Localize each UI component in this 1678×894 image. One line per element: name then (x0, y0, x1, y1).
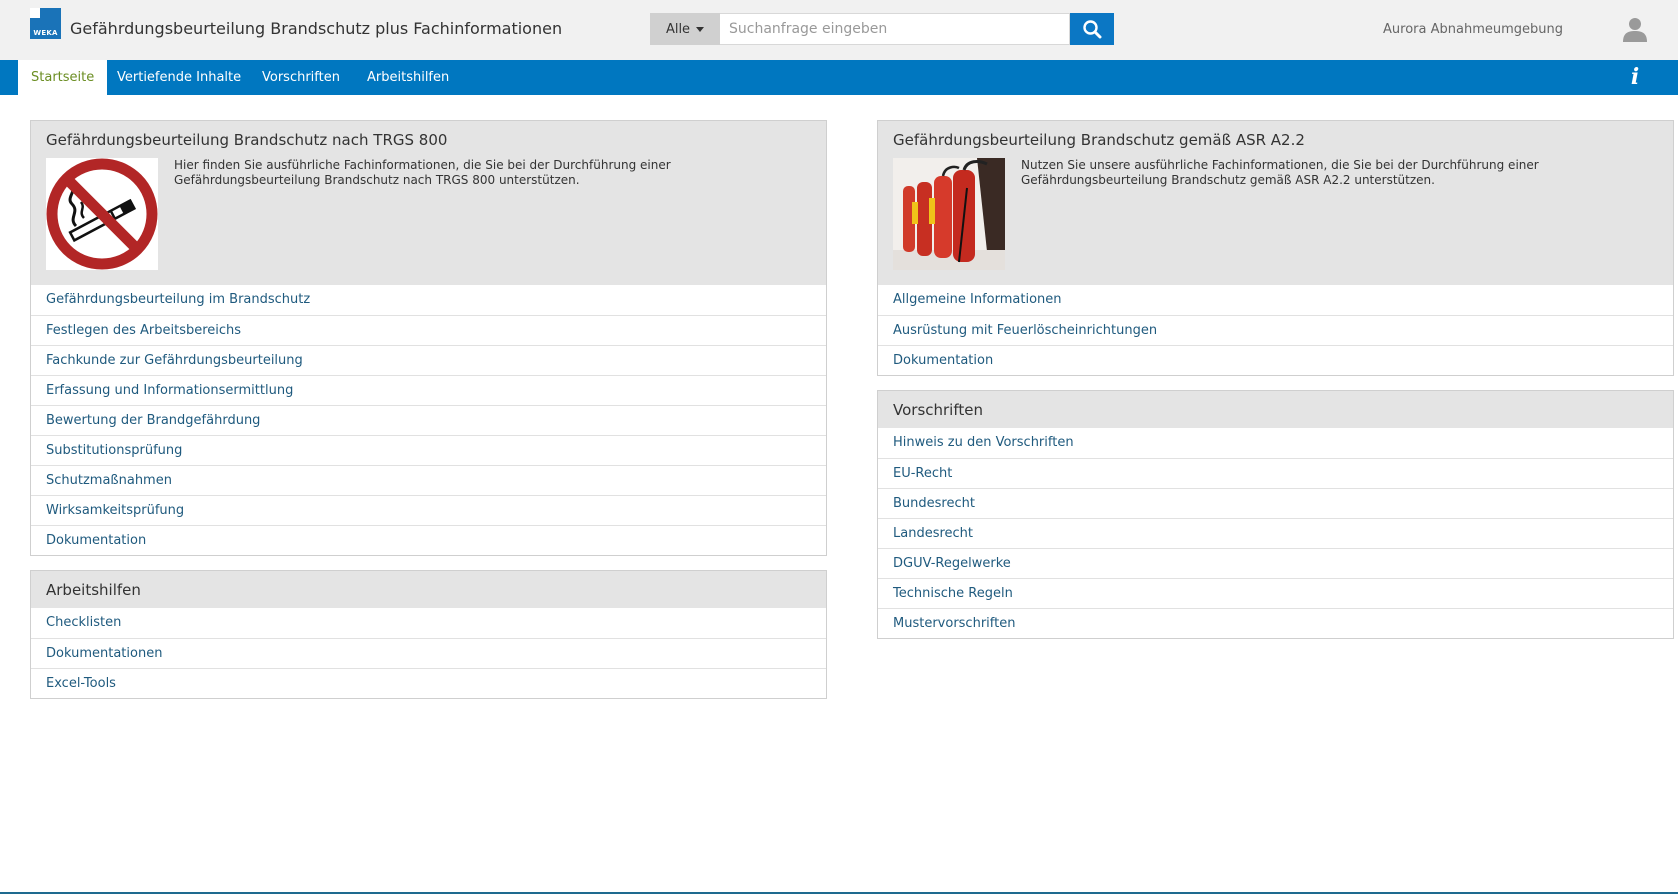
search-input[interactable] (720, 13, 1070, 45)
main-nav: Startseite Vertiefende Inhalte Vorschrif… (0, 60, 1678, 95)
link-hinweis-zu-den-vorschriften[interactable]: Hinweis zu den Vorschriften (878, 428, 1673, 458)
top-header: WEKA Gefährdungsbeurteilung Brandschutz … (0, 0, 1678, 60)
panel-links: Allgemeine Informationen Ausrüstung mit … (878, 285, 1673, 375)
link-eu-recht[interactable]: EU-Recht (878, 458, 1673, 488)
search-icon (1083, 20, 1102, 39)
link-dokumentation[interactable]: Dokumentation (31, 525, 826, 555)
user-avatar-icon[interactable] (1622, 16, 1648, 42)
weka-logo[interactable]: WEKA (30, 8, 61, 39)
logo-mark (30, 8, 40, 18)
link-fachkunde-zur-gefaehrdungsbeurteilung[interactable]: Fachkunde zur Gefährdungsbeurteilung (31, 345, 826, 375)
link-excel-tools[interactable]: Excel-Tools (31, 668, 826, 698)
panel-title: Gefährdungsbeurteilung Brandschutz gemäß… (893, 131, 1305, 149)
search-scope-label: Alle (665, 21, 691, 37)
fire-extinguishers-image (893, 158, 1005, 270)
link-technische-regeln[interactable]: Technische Regeln (878, 578, 1673, 608)
link-bewertung-der-brandgefaehrdung[interactable]: Bewertung der Brandgefährdung (31, 405, 826, 435)
panel-vorschriften: Vorschriften Hinweis zu den Vorschriften… (877, 390, 1674, 639)
panel-trgs-800: Gefährdungsbeurteilung Brandschutz nach … (30, 120, 827, 556)
link-erfassung-und-informationsermittlung[interactable]: Erfassung und Informationsermittlung (31, 375, 826, 405)
link-wirksamkeitspruefung[interactable]: Wirksamkeitsprüfung (31, 495, 826, 525)
panel-arbeitshilfen: Arbeitshilfen Checklisten Dokumentatione… (30, 570, 827, 699)
panel-description: Nutzen Sie unsere ausführliche Fachinfor… (1021, 158, 1539, 187)
panel-links: Checklisten Dokumentationen Excel-Tools (31, 608, 826, 698)
search-scope-dropdown[interactable]: Alle (650, 13, 720, 45)
panel-title: Arbeitshilfen (46, 581, 141, 599)
nav-tab-vorschriften[interactable]: Vorschriften (249, 60, 353, 95)
caret-down-icon (696, 26, 705, 32)
nav-tab-vertiefende-inhalte[interactable]: Vertiefende Inhalte (104, 60, 254, 95)
link-checklisten[interactable]: Checklisten (31, 608, 826, 638)
link-ausruestung-mit-feuerloescheinrichtungen[interactable]: Ausrüstung mit Feuerlöscheinrichtungen (878, 315, 1673, 345)
link-schutzmassnahmen[interactable]: Schutzmaßnahmen (31, 465, 826, 495)
link-dokumentationen[interactable]: Dokumentationen (31, 638, 826, 668)
panel-header: Gefährdungsbeurteilung Brandschutz gemäß… (878, 121, 1673, 285)
nav-tab-startseite[interactable]: Startseite (18, 60, 108, 95)
user-name[interactable]: Aurora Abnahmeumgebung (1383, 22, 1563, 37)
no-smoking-sign-image (46, 158, 158, 270)
link-festlegen-des-arbeitsbereichs[interactable]: Festlegen des Arbeitsbereichs (31, 315, 826, 345)
panel-links: Hinweis zu den Vorschriften EU-Recht Bun… (878, 428, 1673, 638)
panel-header: Gefährdungsbeurteilung Brandschutz nach … (31, 121, 826, 285)
link-mustervorschriften[interactable]: Mustervorschriften (878, 608, 1673, 638)
panel-description: Hier finden Sie ausführliche Fachinforma… (174, 158, 671, 187)
link-dokumentation[interactable]: Dokumentation (878, 345, 1673, 375)
panel-title: Gefährdungsbeurteilung Brandschutz nach … (46, 131, 448, 149)
panel-header: Arbeitshilfen (31, 571, 826, 608)
link-allgemeine-informationen[interactable]: Allgemeine Informationen (878, 285, 1673, 315)
panel-media: Nutzen Sie unsere ausführliche Fachinfor… (893, 158, 1658, 270)
panel-header: Vorschriften (878, 391, 1673, 428)
app-title: Gefährdungsbeurteilung Brandschutz plus … (70, 19, 563, 38)
nav-tab-arbeitshilfen[interactable]: Arbeitshilfen (354, 60, 462, 95)
search-bar: Alle (650, 13, 1114, 45)
link-dguv-regelwerke[interactable]: DGUV-Regelwerke (878, 548, 1673, 578)
link-substitutionspruefung[interactable]: Substitutionsprüfung (31, 435, 826, 465)
link-gefaehrdungsbeurteilung-im-brandschutz[interactable]: Gefährdungsbeurteilung im Brandschutz (31, 285, 826, 315)
link-bundesrecht[interactable]: Bundesrecht (878, 488, 1673, 518)
info-icon[interactable]: i (1625, 62, 1645, 92)
link-landesrecht[interactable]: Landesrecht (878, 518, 1673, 548)
logo-text: WEKA (33, 29, 58, 37)
panel-asr-a2-2: Gefährdungsbeurteilung Brandschutz gemäß… (877, 120, 1674, 376)
panel-title: Vorschriften (893, 401, 983, 419)
search-button[interactable] (1070, 13, 1114, 45)
panel-media: Hier finden Sie ausführliche Fachinforma… (46, 158, 811, 270)
panel-links: Gefährdungsbeurteilung im Brandschutz Fe… (31, 285, 826, 555)
